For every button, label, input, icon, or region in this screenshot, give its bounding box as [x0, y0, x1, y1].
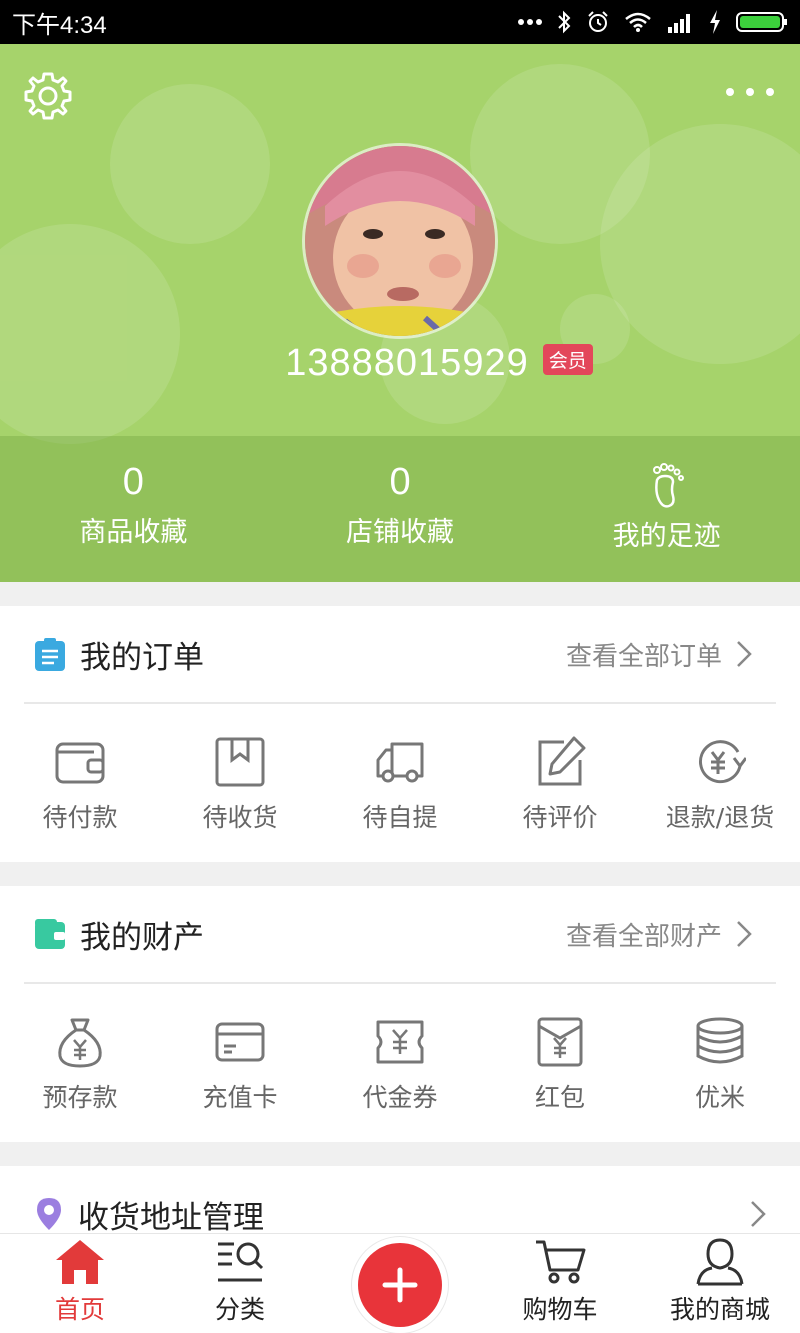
grid-label: 预存款	[42, 1083, 118, 1112]
grid-label: 充值卡	[202, 1083, 278, 1112]
home-icon	[56, 1240, 104, 1284]
refund-icon	[699, 740, 746, 784]
assets-header: 我的财产 查看全部财产	[24, 886, 776, 984]
status-time: 下午4:34	[12, 11, 107, 39]
nav-label: 我的商城	[669, 1295, 770, 1324]
orders-header: 我的订单 查看全部订单	[24, 606, 776, 704]
order-pending-payment[interactable]: 待付款	[0, 704, 160, 862]
chevron-right-icon	[751, 1201, 766, 1227]
truck-icon	[376, 742, 424, 783]
box-icon	[215, 737, 265, 787]
order-pending-receipt[interactable]: 待收货	[160, 704, 320, 862]
stat-goods-favorites[interactable]: 0 商品收藏	[0, 436, 267, 582]
plus-icon	[382, 1267, 418, 1303]
orders-grid: 待付款 待收货 待自提 待评价 退款/退货	[0, 704, 800, 862]
category-search-icon	[218, 1242, 264, 1282]
voucher-icon	[376, 1020, 424, 1064]
asset-recharge-card[interactable]: 充值卡	[160, 984, 320, 1142]
chevron-right-icon	[737, 641, 752, 667]
wifi-icon	[625, 12, 651, 32]
stat-label: 我的足迹	[612, 521, 721, 552]
alarm-icon	[588, 11, 608, 32]
wallet-filled-icon	[35, 919, 65, 949]
nav-cart[interactable]: 购物车	[480, 1234, 640, 1333]
assets-card: 我的财产 查看全部财产 预存款 充值卡 代金券 红包 优米	[0, 886, 800, 1142]
orders-card: 我的订单 查看全部订单 待付款 待收货 待自提 待评价 退款/退货	[0, 606, 800, 862]
assets-title: 我的财产	[80, 919, 204, 956]
nav-category[interactable]: 分类	[160, 1234, 320, 1333]
asset-red-packet[interactable]: 红包	[480, 984, 640, 1142]
address-title: 收货地址管理	[78, 1199, 264, 1236]
more-menu-button[interactable]	[726, 84, 774, 100]
red-packet-icon	[537, 1017, 583, 1067]
card-icon	[215, 1022, 265, 1062]
coins-icon	[696, 1017, 744, 1064]
asset-deposit[interactable]: 预存款	[0, 984, 160, 1142]
orders-title: 我的订单	[80, 639, 204, 676]
phone-number: 13888015929	[285, 342, 529, 384]
nav-label: 购物车	[522, 1295, 598, 1324]
grid-label: 优米	[694, 1083, 745, 1112]
stat-value: 0	[122, 461, 144, 503]
dot-icon	[726, 88, 734, 96]
footprint-icon	[652, 463, 684, 508]
cart-icon	[536, 1240, 586, 1284]
view-all-assets-link[interactable]: 查看全部财产	[566, 916, 752, 953]
battery-icon	[736, 12, 787, 32]
money-bag-icon	[58, 1018, 102, 1068]
dot-icon	[766, 88, 774, 96]
location-pin-icon	[37, 1198, 61, 1230]
charging-icon	[710, 10, 720, 34]
stat-label: 店铺收藏	[346, 517, 454, 548]
grid-label: 待评价	[522, 803, 598, 832]
nav-my-mall[interactable]: 我的商城	[640, 1234, 800, 1333]
stat-value: 0	[389, 461, 411, 503]
edit-icon	[538, 736, 586, 786]
settings-button[interactable]	[22, 70, 74, 122]
more-dots-icon	[518, 19, 542, 25]
order-pending-review[interactable]: 待评价	[480, 704, 640, 862]
order-refund-return[interactable]: 退款/退货	[640, 704, 800, 862]
view-all-assets-label: 查看全部财产	[565, 921, 722, 952]
chevron-right-icon	[737, 921, 752, 947]
center-add-circle	[358, 1243, 442, 1327]
bluetooth-icon	[558, 10, 571, 34]
center-add-button[interactable]	[352, 1237, 448, 1333]
status-bar: 下午4:34	[0, 0, 800, 44]
nav-label: 首页	[54, 1295, 105, 1324]
avatar-image	[305, 146, 495, 336]
assets-grid: 预存款 充值卡 代金券 红包 优米	[0, 984, 800, 1142]
asset-voucher[interactable]: 代金券	[320, 984, 480, 1142]
grid-label: 待付款	[42, 803, 118, 832]
stats-band: 0 商品收藏 0 店铺收藏 我的足迹	[0, 436, 800, 582]
bg-decoration	[110, 84, 270, 244]
profile-header: 13888015929 会员 0 商品收藏 0 店铺收藏 我的足迹	[0, 44, 800, 582]
grid-label: 退款/退货	[665, 803, 775, 832]
view-all-orders-label: 查看全部订单	[565, 641, 722, 672]
stat-my-footprint[interactable]: 我的足迹	[533, 436, 800, 582]
grid-label: 待自提	[362, 803, 438, 832]
grid-label: 红包	[534, 1083, 585, 1112]
user-icon	[696, 1238, 744, 1286]
clipboard-icon	[35, 638, 65, 671]
avatar[interactable]	[302, 143, 498, 339]
signal-icon	[668, 14, 690, 33]
phone-row: 13888015929 会员	[0, 342, 800, 385]
nav-label: 分类	[214, 1295, 265, 1324]
wallet-icon	[55, 742, 105, 784]
asset-youmi[interactable]: 优米	[640, 984, 800, 1142]
bg-decoration	[0, 224, 180, 444]
status-icons	[518, 10, 788, 34]
view-all-orders-link[interactable]: 查看全部订单	[566, 636, 752, 673]
grid-label: 代金券	[362, 1083, 438, 1112]
order-self-pickup[interactable]: 待自提	[320, 704, 480, 862]
dot-icon	[746, 88, 754, 96]
member-badge: 会员	[542, 344, 593, 375]
stat-label: 商品收藏	[79, 517, 188, 548]
gear-icon	[24, 72, 72, 120]
stat-shop-favorites[interactable]: 0 店铺收藏	[267, 436, 534, 582]
grid-label: 待收货	[202, 803, 278, 832]
nav-home[interactable]: 首页	[0, 1234, 160, 1333]
